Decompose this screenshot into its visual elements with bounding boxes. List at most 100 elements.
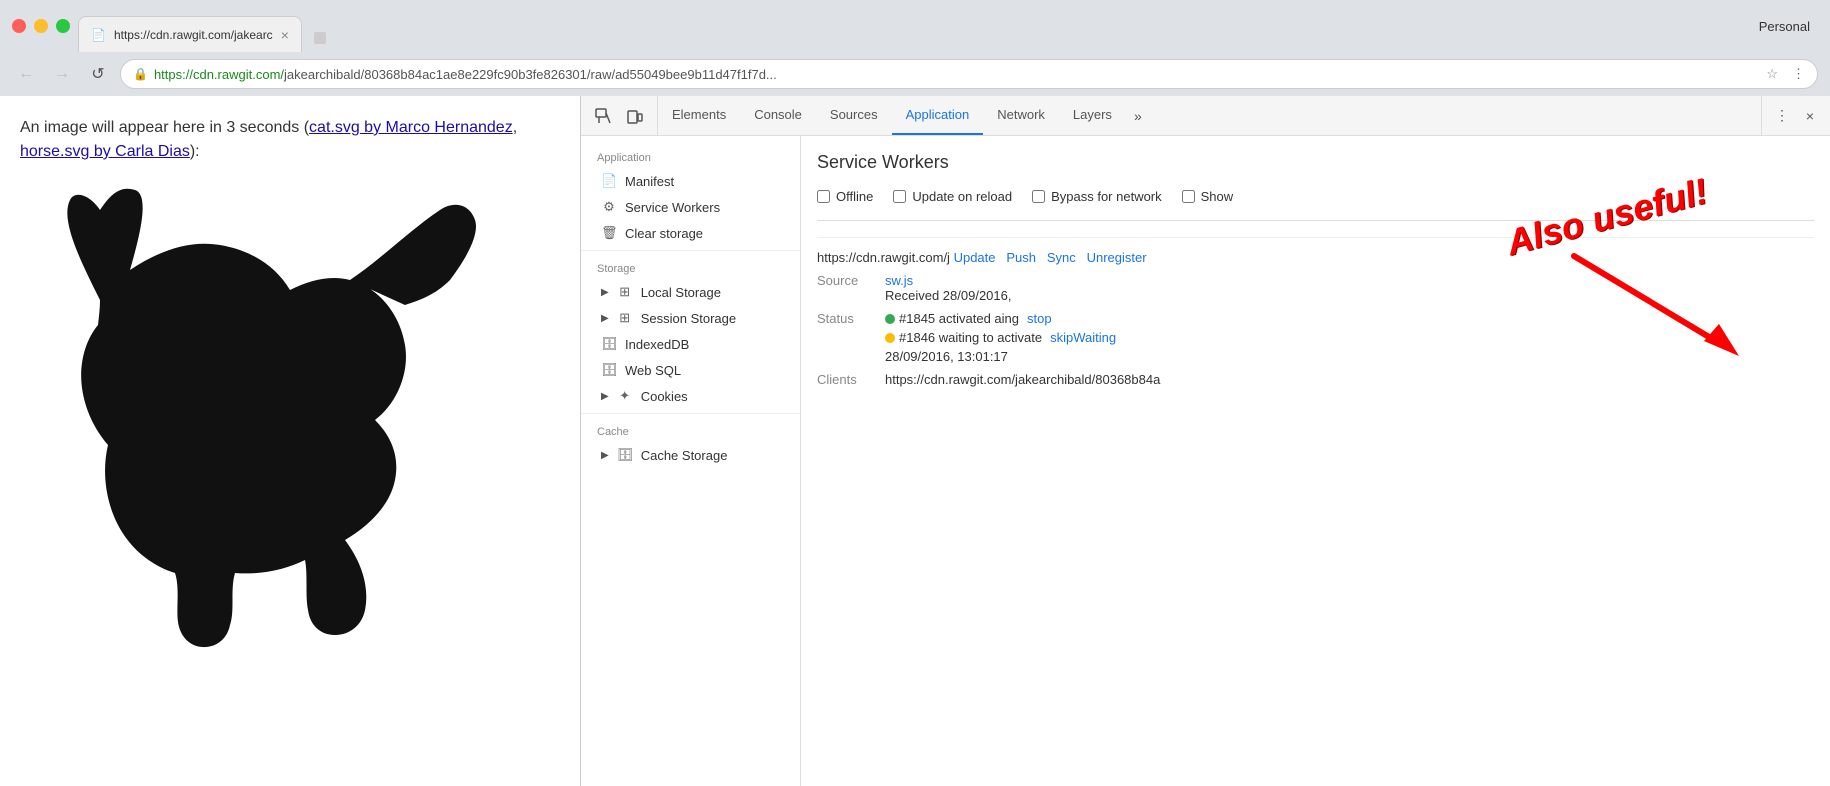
inspector-icon[interactable] bbox=[589, 102, 617, 130]
show-option[interactable]: Show bbox=[1182, 189, 1234, 204]
cat-link[interactable]: cat.svg by Marco Hernandez bbox=[309, 119, 513, 136]
maximize-button[interactable] bbox=[56, 19, 70, 33]
status-dot-waiting bbox=[885, 333, 895, 343]
browser-window: 📄 https://cdn.rawgit.com/jakearc × Perso… bbox=[0, 0, 1830, 786]
sw-clients-row: Clients https://cdn.rawgit.com/jakearchi… bbox=[817, 372, 1814, 387]
clients-label: Clients bbox=[817, 372, 877, 387]
new-tab-button[interactable] bbox=[302, 24, 338, 52]
skip-waiting-link[interactable]: skipWaiting bbox=[1050, 330, 1116, 345]
sw-unregister-link[interactable]: Unregister bbox=[1087, 250, 1147, 265]
local-storage-arrow: ▶ bbox=[601, 287, 609, 298]
update-on-reload-label: Update on reload bbox=[912, 189, 1012, 204]
status-active-suffix: ing bbox=[1002, 311, 1019, 326]
tab-close-button[interactable]: × bbox=[281, 27, 289, 43]
cache-storage-icon: 🗄 bbox=[617, 447, 633, 463]
sw-update-link[interactable]: Update bbox=[954, 250, 996, 265]
panel-title: Service Workers bbox=[817, 152, 1814, 173]
device-toolbar-icon[interactable] bbox=[621, 102, 649, 130]
show-checkbox[interactable] bbox=[1182, 190, 1195, 203]
status-waiting-text: #1846 waiting to activate bbox=[899, 330, 1042, 345]
traffic-lights bbox=[12, 19, 70, 33]
browser-tab[interactable]: 📄 https://cdn.rawgit.com/jakearc × bbox=[78, 16, 302, 52]
lock-icon: 🔒 bbox=[133, 67, 148, 81]
cache-storage-arrow: ▶ bbox=[601, 450, 609, 461]
tab-sources[interactable]: Sources bbox=[816, 96, 892, 135]
sw-divider bbox=[817, 220, 1814, 221]
intro-prefix: An image will appear here in 3 seconds ( bbox=[20, 119, 309, 136]
sw-sync-link[interactable]: Sync bbox=[1047, 250, 1076, 265]
tab-application[interactable]: Application bbox=[892, 96, 984, 135]
devtools-panel: Elements Console Sources Application Net… bbox=[580, 96, 1830, 786]
status-date: 28/09/2016, 13:01:17 bbox=[885, 349, 1116, 364]
title-bar: 📄 https://cdn.rawgit.com/jakearc × Perso… bbox=[0, 0, 1830, 52]
status-value: #1845 activated a ing stop #1846 waiting… bbox=[885, 311, 1116, 364]
url-path-part: jakearchibald/80368b84ac1ae8e229fc90b3fe… bbox=[284, 67, 777, 82]
cat-image bbox=[20, 180, 560, 718]
tab-console[interactable]: Console bbox=[740, 96, 816, 135]
url-bar[interactable]: 🔒 https://cdn.rawgit.com/jakearchibald/8… bbox=[120, 59, 1818, 89]
sw-js-link[interactable]: sw.js bbox=[885, 273, 913, 288]
horse-link[interactable]: horse.svg by Carla Dias bbox=[20, 143, 190, 160]
update-on-reload-checkbox[interactable] bbox=[893, 190, 906, 203]
status-dot-active bbox=[885, 314, 895, 324]
tab-network[interactable]: Network bbox=[983, 96, 1059, 135]
sidebar-section-application: Application bbox=[581, 144, 800, 168]
received-text: Received 28/09/2016, bbox=[885, 288, 1011, 303]
forward-button[interactable]: → bbox=[48, 60, 76, 88]
tab-layers[interactable]: Layers bbox=[1059, 96, 1126, 135]
url-menu-icon[interactable]: ⋮ bbox=[1792, 66, 1805, 82]
intro-text: An image will appear here in 3 seconds (… bbox=[20, 116, 560, 164]
cookies-arrow: ▶ bbox=[601, 391, 609, 402]
sidebar-item-local-storage[interactable]: ▶ ⊞ Local Storage bbox=[581, 279, 800, 305]
offline-label: Offline bbox=[836, 189, 873, 204]
indexeddb-icon: 🗄 bbox=[601, 336, 617, 352]
source-value: sw.js Received 28/09/2016, bbox=[885, 273, 1011, 303]
devtools-toolbar-right: ⋮ × bbox=[1761, 96, 1830, 135]
devtools-body: Application 📄 Manifest ⚙ Service Workers… bbox=[581, 136, 1830, 786]
sidebar-item-cache-storage[interactable]: ▶ 🗄 Cache Storage bbox=[581, 442, 800, 468]
sw-source-row: Source sw.js Received 28/09/2016, bbox=[817, 273, 1814, 303]
main-content: An image will appear here in 3 seconds (… bbox=[0, 96, 1830, 786]
sidebar-item-clear-storage[interactable]: 🗑 Clear storage bbox=[581, 220, 800, 246]
bypass-label: Bypass for network bbox=[1051, 189, 1162, 204]
update-on-reload-option[interactable]: Update on reload bbox=[893, 189, 1012, 204]
tab-title: https://cdn.rawgit.com/jakearc bbox=[114, 28, 273, 42]
clients-value: https://cdn.rawgit.com/jakearchibald/803… bbox=[885, 372, 1160, 387]
sidebar-section-storage: Storage bbox=[581, 255, 800, 279]
minimize-button[interactable] bbox=[34, 19, 48, 33]
source-label: Source bbox=[817, 273, 877, 288]
status-line-1: #1845 activated a ing stop bbox=[885, 311, 1116, 326]
devtools-menu-button[interactable]: ⋮ bbox=[1770, 104, 1794, 128]
sw-url-row: https://cdn.rawgit.com/j Update Push Syn… bbox=[817, 250, 1814, 265]
devtools-tabs: Elements Console Sources Application Net… bbox=[658, 96, 1761, 135]
devtools-close-button[interactable]: × bbox=[1798, 104, 1822, 128]
bookmark-icon[interactable]: ☆ bbox=[1766, 66, 1778, 82]
sidebar-item-cookies[interactable]: ▶ ✦ Cookies bbox=[581, 383, 800, 409]
refresh-button[interactable]: ↺ bbox=[84, 60, 112, 88]
cookies-icon: ✦ bbox=[617, 388, 633, 404]
bypass-checkbox[interactable] bbox=[1032, 190, 1045, 203]
sidebar-divider-1 bbox=[581, 250, 800, 251]
offline-checkbox[interactable] bbox=[817, 190, 830, 203]
sw-push-link[interactable]: Push bbox=[1006, 250, 1036, 265]
status-line-2: #1846 waiting to activate skipWaiting bbox=[885, 330, 1116, 345]
local-storage-icon: ⊞ bbox=[617, 284, 633, 300]
offline-option[interactable]: Offline bbox=[817, 189, 873, 204]
close-button[interactable] bbox=[12, 19, 26, 33]
tab-elements[interactable]: Elements bbox=[658, 96, 740, 135]
stop-link[interactable]: stop bbox=[1027, 311, 1052, 326]
clear-storage-icon: 🗑 bbox=[601, 225, 617, 241]
sidebar-item-manifest[interactable]: 📄 Manifest bbox=[581, 168, 800, 194]
more-tabs-button[interactable]: » bbox=[1126, 96, 1150, 135]
bypass-option[interactable]: Bypass for network bbox=[1032, 189, 1162, 204]
sidebar-item-session-storage[interactable]: ▶ ⊞ Session Storage bbox=[581, 305, 800, 331]
service-workers-icon: ⚙ bbox=[601, 199, 617, 215]
back-button[interactable]: ← bbox=[12, 60, 40, 88]
address-bar: ← → ↺ 🔒 https://cdn.rawgit.com/jakearchi… bbox=[0, 52, 1830, 96]
url-secure-part: https://cdn.rawgit.com/ bbox=[154, 67, 284, 82]
status-label: Status bbox=[817, 311, 877, 326]
sidebar-item-service-workers[interactable]: ⚙ Service Workers bbox=[581, 194, 800, 220]
sidebar-item-indexeddb[interactable]: 🗄 IndexedDB bbox=[581, 331, 800, 357]
sidebar-item-websql[interactable]: 🗄 Web SQL bbox=[581, 357, 800, 383]
devtools-sidebar: Application 📄 Manifest ⚙ Service Workers… bbox=[581, 136, 801, 786]
